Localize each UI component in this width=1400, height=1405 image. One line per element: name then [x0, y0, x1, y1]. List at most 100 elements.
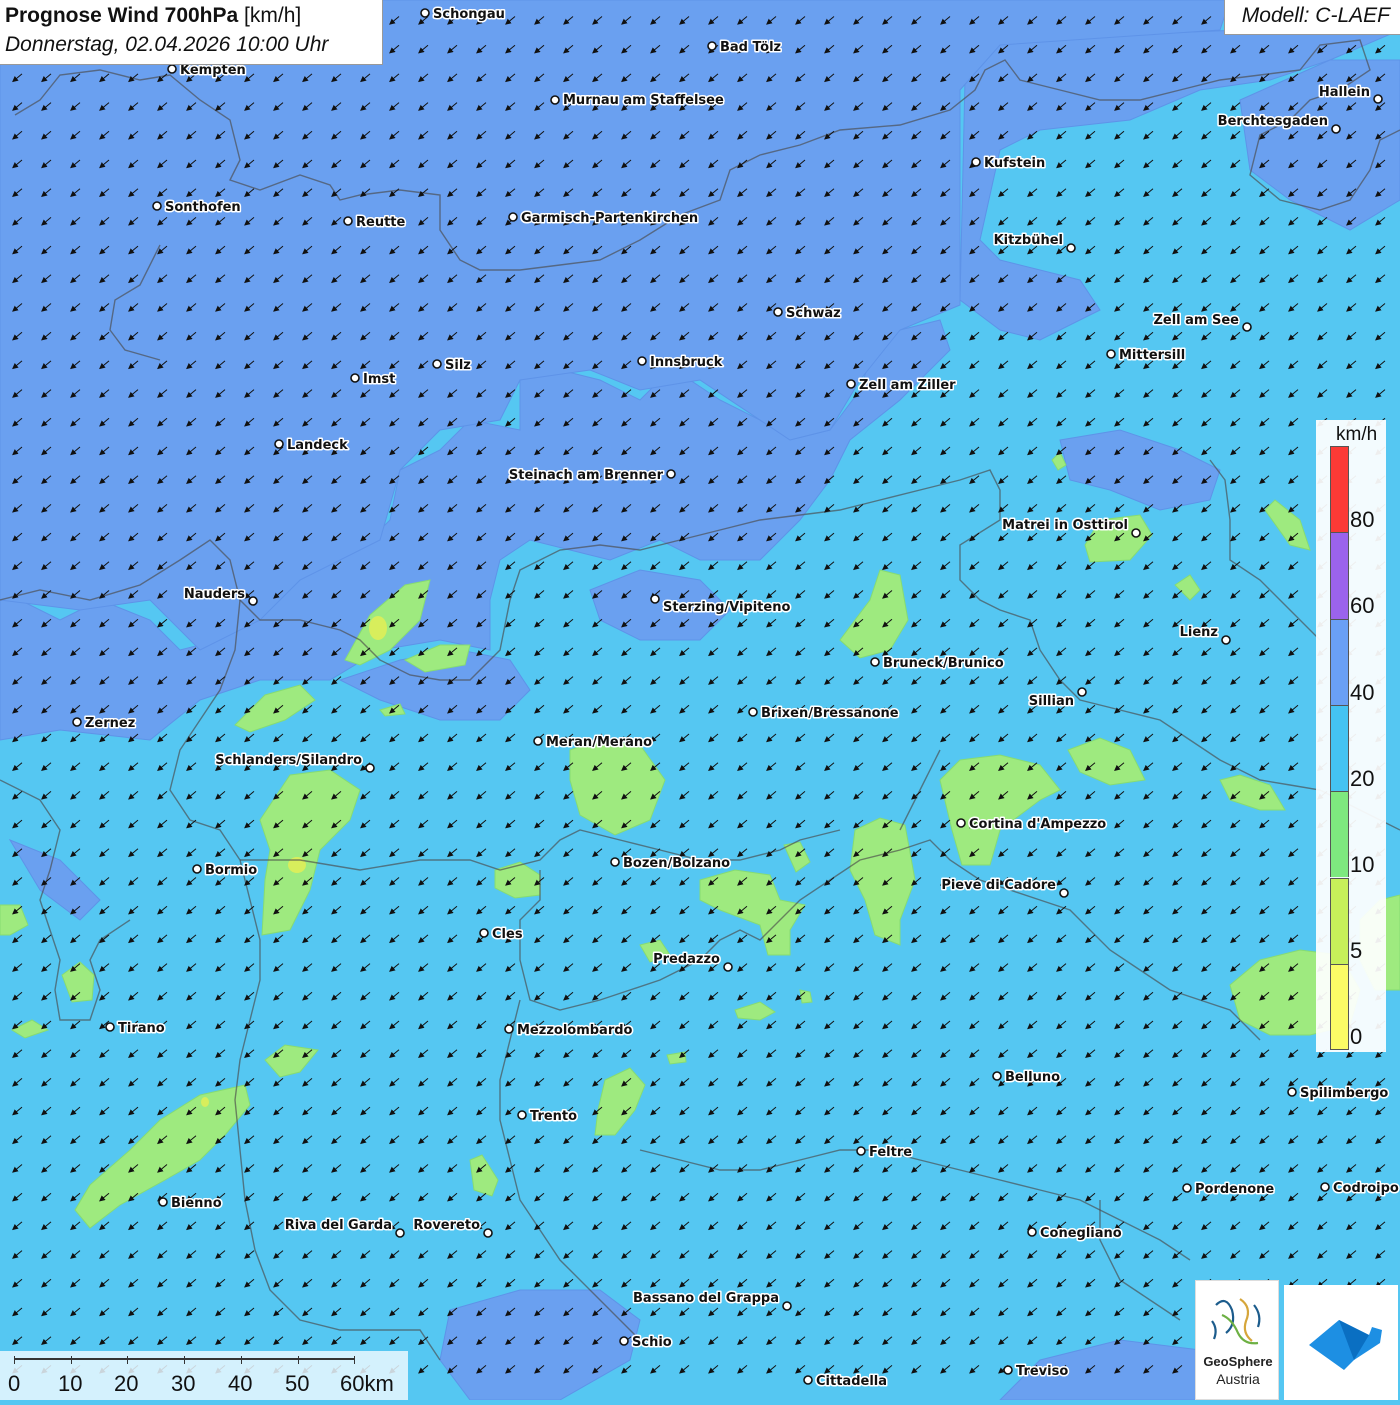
city-marker: Mittersill — [1106, 347, 1187, 365]
scale-tick-mark — [184, 1356, 186, 1364]
city-label: Zell am Ziller — [859, 378, 956, 393]
city-dot-icon — [846, 379, 856, 389]
map-title: Prognose Wind 700hPa [km/h] — [5, 4, 301, 28]
scale-tick-label: 50 — [285, 1371, 310, 1396]
city-dot-icon — [158, 1197, 168, 1207]
city-label: Cles — [492, 927, 523, 942]
map-title-unit: [km/h] — [244, 4, 302, 27]
weather-app-logo — [1284, 1285, 1398, 1400]
legend-tick-label: 40 — [1350, 680, 1375, 705]
city-marker: Spilimbergo — [1287, 1085, 1390, 1103]
scale-tick-mark — [240, 1356, 242, 1364]
city-marker: Bruneck/Brunico — [870, 655, 1005, 673]
city-dot-icon — [105, 1022, 115, 1032]
city-label: Sonthofen — [165, 200, 241, 215]
city-dot-icon — [1066, 243, 1076, 253]
scale-tick-label: 60km — [340, 1371, 394, 1396]
scale-tick-mark — [354, 1356, 356, 1364]
city-dot-icon — [517, 1110, 527, 1120]
city-label: Cortina d'Ampezzo — [969, 817, 1106, 832]
legend-tick-label: 5 — [1350, 938, 1363, 963]
city-marker: Mezzolombardo — [504, 1022, 634, 1040]
geosphere-text: GeoSphere — [1203, 1354, 1273, 1369]
city-dot-icon — [167, 64, 177, 74]
scale-tick-mark — [297, 1356, 299, 1364]
city-label: Schio — [632, 1335, 672, 1350]
city-dot-icon — [508, 212, 518, 222]
city-dot-icon — [479, 928, 489, 938]
city-dot-icon — [637, 356, 647, 366]
map-title-bold: Prognose Wind 700hPa — [5, 4, 239, 27]
city-label: Codroipo — [1333, 1181, 1399, 1196]
city-dot-icon — [971, 157, 981, 167]
city-label: Brixen/Bressanone — [761, 706, 899, 721]
city-marker: Innsbruck — [637, 354, 724, 372]
city-marker: Zell am Ziller — [846, 377, 958, 395]
legend-color-segment — [1330, 791, 1349, 878]
city-label: Schwaz — [786, 306, 841, 321]
city-label: Spilimbergo — [1300, 1086, 1388, 1101]
city-label: Pordenone — [1195, 1182, 1274, 1197]
city-dot-icon — [856, 1146, 866, 1156]
city-dot-icon — [803, 1375, 813, 1385]
model-label: Modell: C-LAEF — [1241, 4, 1390, 27]
city-label: Belluno — [1005, 1070, 1060, 1085]
city-label: Mittersill — [1119, 348, 1185, 363]
city-marker: Kempten — [167, 62, 247, 80]
legend-color-segment — [1330, 618, 1349, 705]
legend-tick-label: 80 — [1350, 507, 1375, 532]
city-label: Sillian — [1029, 694, 1074, 709]
city-dot-icon — [650, 594, 660, 604]
city-label: Garmisch-Partenkirchen — [521, 211, 698, 226]
city-label: Meran/Merano — [546, 735, 652, 750]
geosphere-logo: GeoSphere Austria — [1195, 1280, 1279, 1400]
city-label: Bassano del Grappa — [633, 1291, 779, 1306]
scale-tick-mark — [70, 1356, 72, 1364]
city-marker: Steinach am Brenner — [507, 467, 676, 485]
city-dot-icon — [1287, 1087, 1297, 1097]
city-label: Cittadella — [816, 1374, 887, 1389]
wind-map: Schongau Bad Tölz Kempten Murnau am Staffel… — [0, 0, 1400, 1400]
city-dot-icon — [533, 736, 543, 746]
legend-color-segment — [1330, 963, 1349, 1051]
city-dot-icon — [748, 707, 758, 717]
city-dot-icon — [504, 1024, 514, 1034]
app-logo-icon — [1309, 1320, 1382, 1370]
scale-tick-label: 30 — [171, 1371, 196, 1396]
city-label: Bormio — [205, 863, 257, 878]
scale-tick-label: 40 — [228, 1371, 253, 1396]
scale-tick-label: 0 — [8, 1371, 21, 1396]
city-label: Kempten — [180, 63, 246, 78]
city-marker: Sonthofen — [152, 199, 242, 217]
city-label: Tirano — [118, 1021, 165, 1036]
city-dot-icon — [782, 1301, 792, 1311]
forecast-datetime: Donnerstag, 02.04.2026 10:00 Uhr — [5, 33, 329, 56]
city-marker: Schongau — [420, 6, 506, 24]
city-dot-icon — [343, 216, 353, 226]
city-marker: Murnau am Staffelsee — [550, 92, 725, 110]
legend-unit: km/h — [1336, 424, 1378, 445]
legend-tick-label: 60 — [1350, 593, 1375, 618]
city-dot-icon — [1003, 1365, 1013, 1375]
city-dot-icon — [192, 864, 202, 874]
city-dot-icon — [1077, 687, 1087, 697]
city-label: Schongau — [433, 7, 505, 22]
city-dot-icon — [1059, 888, 1069, 898]
city-dot-icon — [395, 1228, 405, 1238]
scale-tick-label: 20 — [114, 1371, 139, 1396]
city-marker: Garmisch-Partenkirchen — [508, 210, 700, 228]
legend-tick-label: 0 — [1350, 1024, 1363, 1049]
city-label: Predazzo — [653, 952, 720, 967]
city-label: Bad Tölz — [720, 40, 781, 55]
city-dot-icon — [707, 41, 717, 51]
city-label: Silz — [445, 358, 471, 373]
city-label: Innsbruck — [650, 355, 723, 370]
city-label: Matrei in Osttirol — [1002, 518, 1128, 533]
city-label: Reutte — [356, 215, 406, 230]
city-dot-icon — [992, 1071, 1002, 1081]
city-label: Hallein — [1319, 85, 1370, 100]
legend-color-segment — [1330, 446, 1349, 533]
city-label: Conegliano — [1040, 1226, 1122, 1241]
legend-color-segment — [1330, 532, 1349, 619]
city-dot-icon — [1320, 1182, 1330, 1192]
